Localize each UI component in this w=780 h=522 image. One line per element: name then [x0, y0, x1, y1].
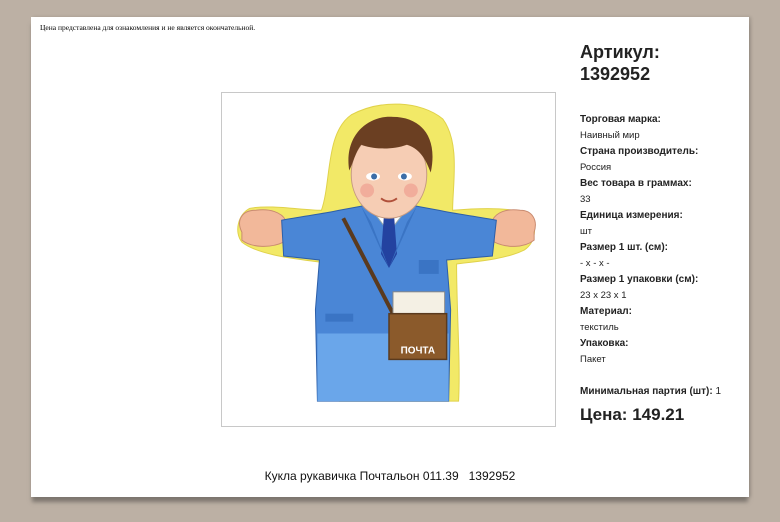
properties-list: Торговая марка: Наивный мир Страна произ… [580, 112, 745, 368]
left-pocket [325, 313, 354, 322]
price: Цена: 149.21 [580, 404, 745, 426]
property-value-package-size: 23 х 23 х 1 [580, 290, 627, 301]
property-value-unit: шт [580, 226, 592, 237]
min-order-label: Минимальная партия (шт): [580, 386, 713, 397]
property-value-country: Россия [580, 162, 612, 173]
product-sheet: Цена представлена для ознакомления и не … [31, 17, 749, 497]
right-cheek [403, 183, 418, 198]
property-label-weight: Вес товара в граммах: [580, 178, 692, 189]
hand-puppet-illustration: ПОЧТА [237, 103, 536, 402]
property-value-packaging: Пакет [580, 354, 606, 365]
property-label-country: Страна производитель: [580, 146, 699, 157]
property-label-brand: Торговая марка: [580, 114, 661, 125]
property-value-brand: Наивный мир [580, 130, 640, 141]
property-label-package-size: Размер 1 упаковки (см): [580, 274, 699, 285]
right-pocket [418, 259, 439, 274]
bag-letters [392, 291, 446, 317]
product-info-panel: Артикул: 1392952 Торговая марка: Наивный… [580, 41, 745, 426]
price-value: 149.21 [632, 405, 685, 424]
product-photo: ПОЧТА [221, 92, 556, 427]
property-value-item-size: - х - х - [580, 258, 610, 269]
property-label-unit: Единица измерения: [580, 210, 683, 221]
min-order-value: 1 [715, 386, 722, 397]
left-hand [239, 209, 287, 247]
right-hand [491, 209, 536, 247]
property-label-item-size: Размер 1 шт. (см): [580, 242, 668, 253]
property-label-material: Материал: [580, 306, 632, 317]
price-disclaimer: Цена представлена для ознакомления и не … [40, 23, 256, 32]
product-caption: Кукла рукавичка Почтальон 011.39 1392952 [264, 469, 516, 483]
property-label-packaging: Упаковка: [580, 338, 629, 349]
left-cheek [360, 183, 375, 198]
property-value-weight: 33 [580, 194, 591, 205]
left-pupil [371, 173, 378, 180]
property-value-material: текстиль [580, 322, 619, 333]
article-label: Артикул: [580, 42, 660, 62]
mail-bag-label: ПОЧТА [401, 345, 435, 356]
right-pupil [400, 173, 407, 180]
article-number: 1392952 [580, 64, 651, 84]
min-order: Минимальная партия (шт): 1 [580, 385, 745, 399]
price-label: Цена: [580, 405, 628, 424]
